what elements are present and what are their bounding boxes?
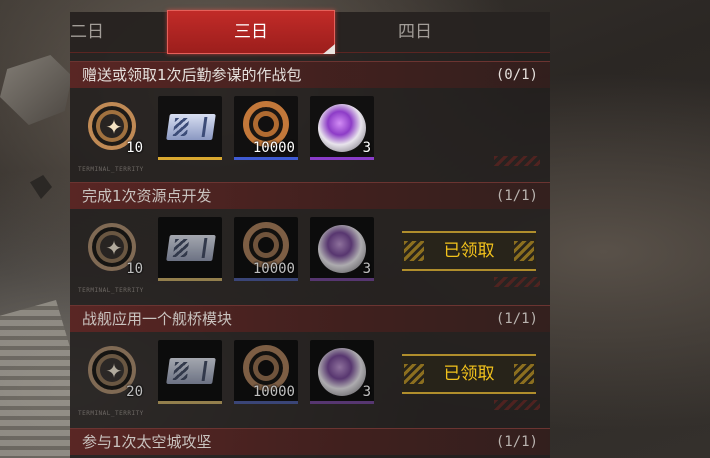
rarity-bar [310, 157, 374, 160]
rarity-bar [158, 278, 222, 281]
ticket-icon [166, 358, 216, 384]
task-progress: (0/1) [495, 67, 538, 83]
reward-slot[interactable] [158, 340, 222, 404]
star-icon: ✦ [105, 236, 123, 260]
reward-count: 10 [126, 261, 143, 277]
tab-day-3[interactable]: 三日 [167, 10, 335, 54]
purple-orb-icon [318, 348, 366, 396]
rarity-bar [158, 401, 222, 404]
task-rewards: ✦ 10 10000 3 TERMINAL_TERRITY [70, 88, 550, 176]
reward-slot[interactable]: 10000 [234, 96, 298, 160]
reward-count: 3 [362, 140, 371, 156]
reward-count: 10000 [252, 384, 295, 400]
rarity-bar [158, 157, 222, 160]
task-item: 参与1次太空城攻坚 (1/1) [70, 428, 550, 455]
rarity-bar [234, 157, 298, 160]
purple-orb-icon [318, 225, 366, 273]
rarity-bar [310, 401, 374, 404]
reward-slot[interactable]: 3 [310, 340, 374, 404]
reward-slot[interactable]: 10000 [234, 217, 298, 281]
task-header: 战舰应用一个舰桥模块 (1/1) [70, 305, 550, 332]
task-item: 战舰应用一个舰桥模块 (1/1) ✦ 20 10000 3 已领取 TERMIN… [70, 305, 550, 420]
task-item: 完成1次资源点开发 (1/1) ✦ 10 10000 3 已领取 TERMINA… [70, 182, 550, 297]
reward-count: 20 [126, 384, 143, 400]
background-station [0, 300, 70, 458]
task-progress: (1/1) [495, 188, 538, 204]
reward-slot[interactable]: ✦ 10 [82, 217, 146, 281]
task-title: 参与1次太空城攻坚 [82, 433, 212, 451]
day-tabs: 二日 三日 四日 [70, 10, 550, 54]
reward-slot[interactable]: 10000 [234, 340, 298, 404]
purple-orb-icon [318, 104, 366, 152]
ticket-icon [166, 114, 216, 140]
reward-count: 3 [362, 384, 371, 400]
decor-terminal-text: TERMINAL_TERRITY [78, 287, 144, 294]
task-title: 赠送或领取1次后勤参谋的作战包 [82, 66, 302, 84]
task-rewards: ✦ 20 10000 3 已领取 TERMINAL_TERRITY [70, 332, 550, 420]
reward-slot[interactable]: 3 [310, 217, 374, 281]
task-progress: (1/1) [495, 434, 538, 450]
task-header: 参与1次太空城攻坚 (1/1) [70, 428, 550, 455]
tab-day-2[interactable]: 二日 [70, 12, 110, 52]
reward-count: 10000 [252, 140, 295, 156]
reward-slot[interactable] [158, 96, 222, 160]
star-icon: ✦ [105, 359, 123, 383]
reward-slot[interactable]: ✦ 10 [82, 96, 146, 160]
reward-count: 10000 [252, 261, 295, 277]
task-progress: (1/1) [495, 311, 538, 327]
claimed-badge: 已领取 [402, 354, 536, 394]
rarity-bar [234, 401, 298, 404]
rarity-bar [234, 278, 298, 281]
star-icon: ✦ [105, 115, 123, 139]
reward-slot[interactable]: 3 [310, 96, 374, 160]
rarity-bar [310, 278, 374, 281]
tab-day-4[interactable]: 四日 [370, 12, 460, 52]
ticket-icon [166, 235, 216, 261]
background-ship [0, 55, 72, 125]
decor-terminal-text: TERMINAL_TERRITY [78, 166, 144, 173]
task-rewards: ✦ 10 10000 3 已领取 TERMINAL_TERRITY [70, 209, 550, 297]
task-title: 战舰应用一个舰桥模块 [82, 310, 233, 328]
task-item: 赠送或领取1次后勤参谋的作战包 (0/1) ✦ 10 10000 3 TERMI… [70, 61, 550, 176]
claimed-badge: 已领取 [402, 231, 536, 271]
task-header: 完成1次资源点开发 (1/1) [70, 182, 550, 209]
task-title: 完成1次资源点开发 [82, 187, 212, 205]
decor-terminal-text: TERMINAL_TERRITY [78, 410, 144, 417]
reward-slot[interactable] [158, 217, 222, 281]
background-fighter [30, 175, 52, 199]
reward-count: 10 [126, 140, 143, 156]
reward-slot[interactable]: ✦ 20 [82, 340, 146, 404]
reward-count: 3 [362, 261, 371, 277]
task-header: 赠送或领取1次后勤参谋的作战包 (0/1) [70, 61, 550, 88]
